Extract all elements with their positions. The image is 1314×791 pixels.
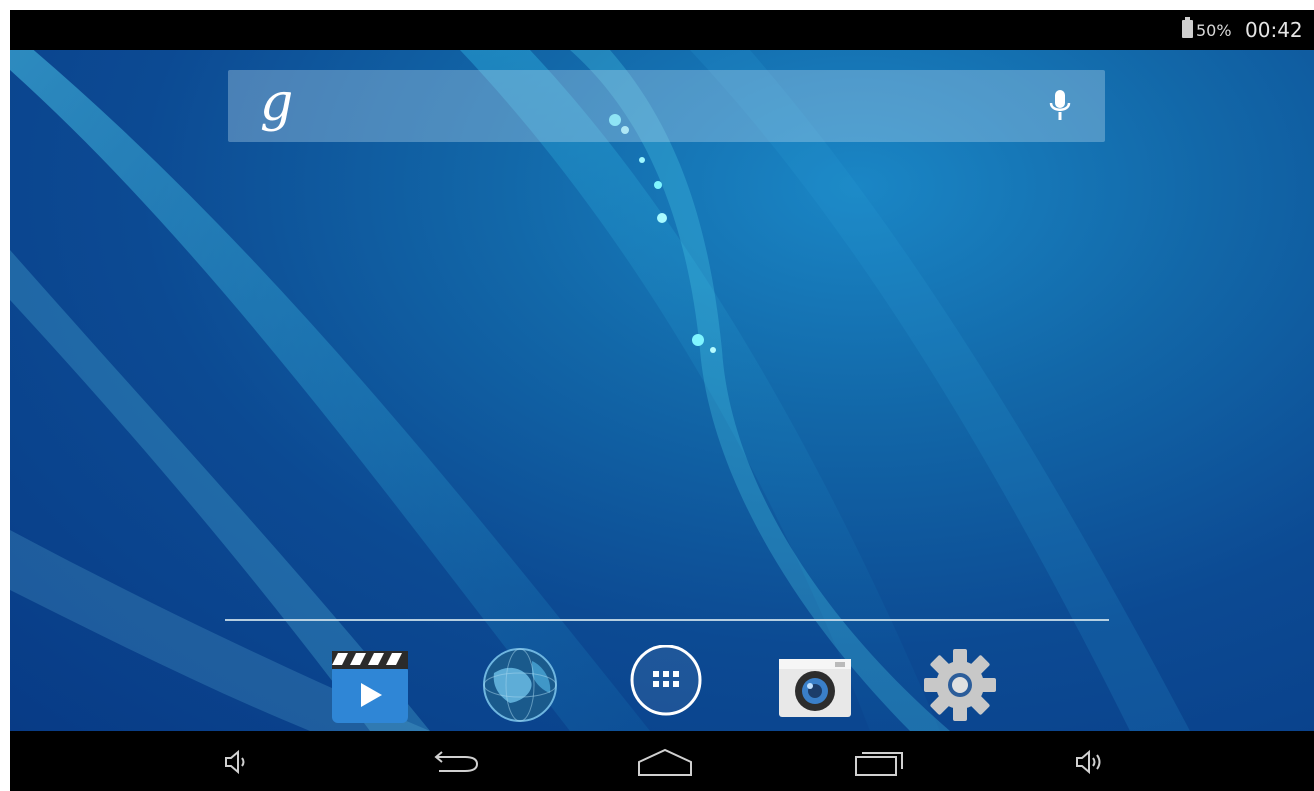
tablet-screen: 50% 00:42 g bbox=[10, 10, 1314, 791]
navigation-bar bbox=[10, 731, 1314, 791]
microphone-icon[interactable] bbox=[1047, 88, 1073, 124]
home-screen-wallpaper: g bbox=[10, 50, 1314, 731]
battery-icon bbox=[1182, 17, 1193, 38]
video-player-app-icon[interactable] bbox=[330, 645, 410, 725]
google-search-bar[interactable]: g bbox=[228, 70, 1105, 142]
recent-apps-icon[interactable] bbox=[850, 745, 910, 779]
clock: 00:42 bbox=[1245, 18, 1303, 42]
dock-divider bbox=[225, 619, 1109, 621]
camera-app-icon[interactable] bbox=[775, 645, 855, 725]
google-logo: g bbox=[260, 73, 294, 133]
battery-percent: 50% bbox=[1196, 21, 1232, 40]
home-icon[interactable] bbox=[635, 745, 695, 779]
app-drawer-icon[interactable] bbox=[626, 645, 706, 725]
wallpaper-waves bbox=[10, 50, 1190, 731]
browser-globe-app-icon[interactable] bbox=[480, 645, 560, 725]
status-bar: 50% 00:42 bbox=[10, 10, 1314, 50]
back-icon[interactable] bbox=[425, 745, 485, 779]
volume-down-icon[interactable] bbox=[210, 745, 270, 779]
settings-gear-app-icon[interactable] bbox=[920, 645, 1000, 725]
volume-up-icon[interactable] bbox=[1065, 745, 1125, 779]
